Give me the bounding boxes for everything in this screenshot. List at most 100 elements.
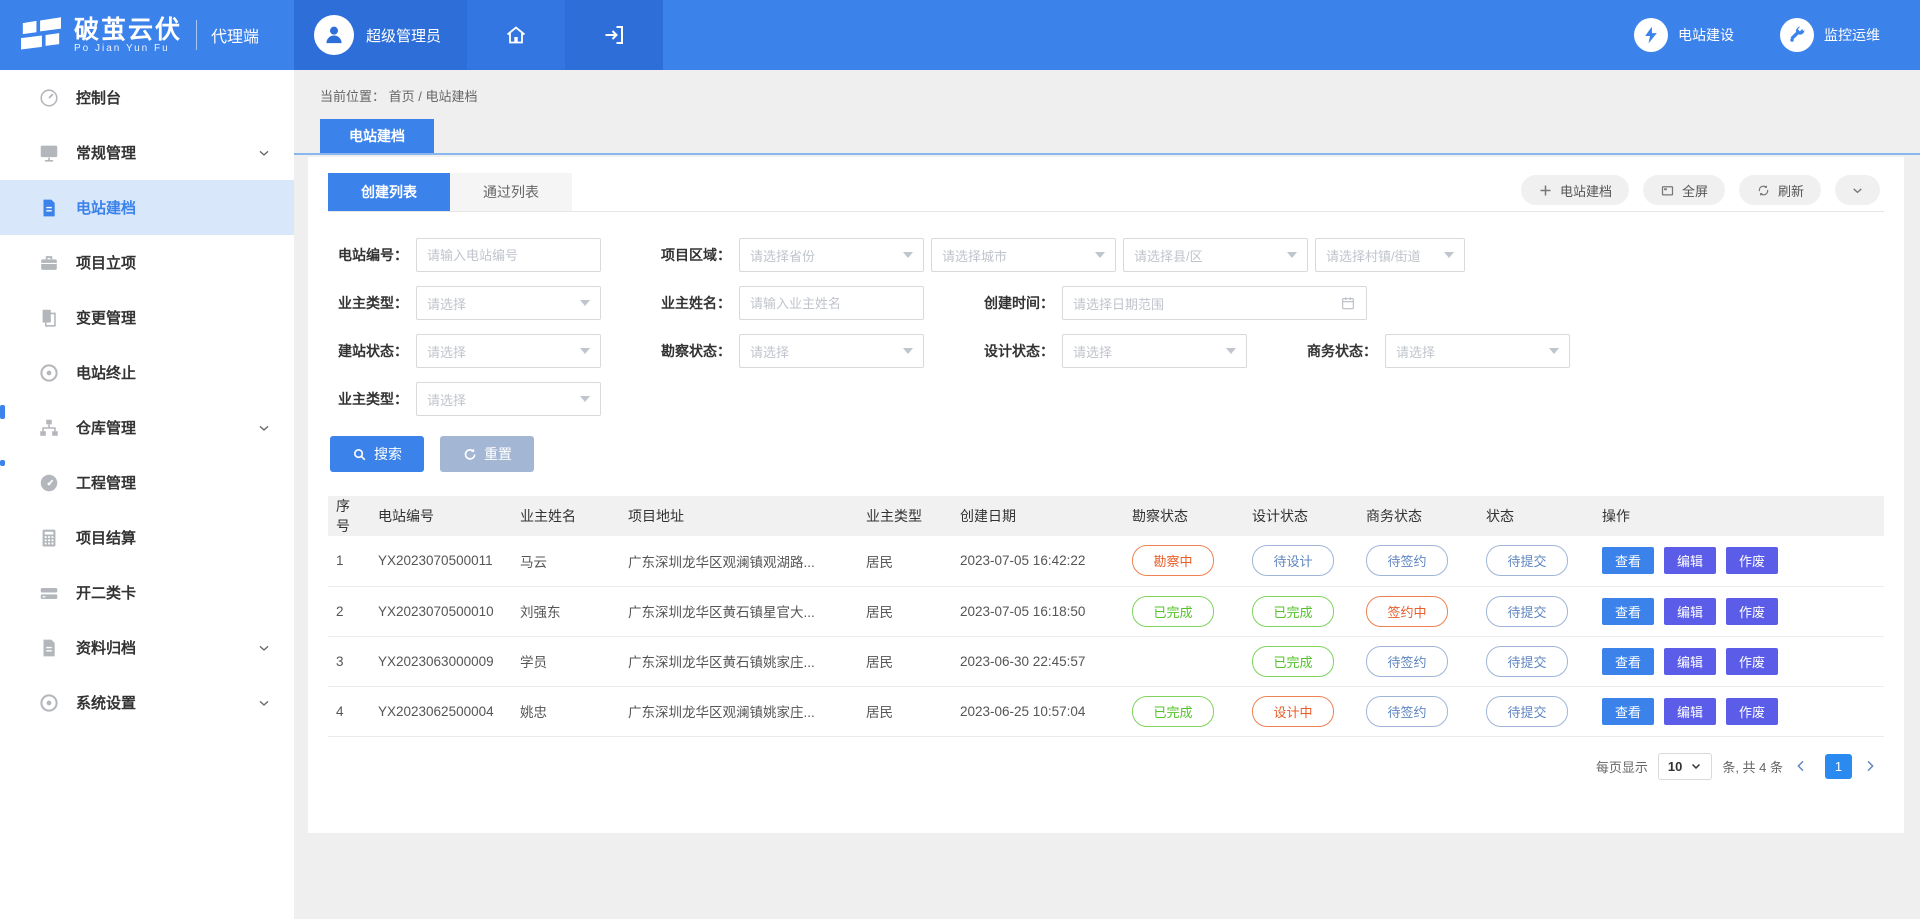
gauge-icon bbox=[38, 87, 60, 109]
solar-logo-icon bbox=[18, 15, 64, 55]
table-row: 2YX2023070500010刘强东广东深圳龙华区黄石镇星官大...居民202… bbox=[328, 586, 1884, 636]
status-badge: 待提交 bbox=[1486, 545, 1568, 576]
column-header: 业主类型 bbox=[858, 496, 952, 536]
void-row-button[interactable]: 作废 bbox=[1726, 698, 1778, 725]
caret-down-icon bbox=[1287, 252, 1297, 258]
caret-down-icon bbox=[580, 396, 590, 402]
project-region-select-3[interactable]: 请选择县/区 bbox=[1123, 238, 1308, 272]
caret-down-icon bbox=[1095, 252, 1105, 258]
search-button[interactable]: 搜索 bbox=[330, 436, 424, 472]
status-badge: 勘察中 bbox=[1132, 545, 1214, 576]
stations-table: 序号电站编号业主姓名项目地址业主类型创建日期勘察状态设计状态商务状态状态操作 1… bbox=[328, 496, 1884, 737]
user-name: 超级管理员 bbox=[366, 25, 441, 46]
filter-form: 电站编号：项目区域：请选择省份请选择城市请选择县/区请选择村镇/街道业主类型：请… bbox=[328, 238, 1884, 416]
chevron-down-icon bbox=[1690, 760, 1702, 772]
cell-index: 2 bbox=[328, 586, 370, 636]
fullscreen-button[interactable]: 全屏 bbox=[1643, 175, 1725, 205]
sidebar-item-项目立项[interactable]: 项目立项 bbox=[0, 235, 294, 290]
cell-address: 广东深圳龙华区观澜镇观湖路... bbox=[620, 536, 858, 586]
void-row-button[interactable]: 作废 bbox=[1726, 648, 1778, 675]
cell-created: 2023-07-05 16:42:22 bbox=[952, 536, 1124, 586]
reset-button[interactable]: 重置 bbox=[440, 436, 534, 472]
sidebar-item-项目结算[interactable]: 项目结算 bbox=[0, 510, 294, 565]
edit-row-button[interactable]: 编辑 bbox=[1664, 598, 1716, 625]
view-row-button[interactable]: 查看 bbox=[1602, 648, 1654, 675]
column-header: 项目地址 bbox=[620, 496, 858, 536]
next-page-button[interactable] bbox=[1862, 755, 1884, 777]
cell-business-status: 待签约 bbox=[1358, 686, 1478, 736]
project-region-select-2[interactable]: 请选择城市 bbox=[931, 238, 1116, 272]
sidebar-scrollbar-thumb[interactable] bbox=[0, 405, 5, 419]
chevron-down-icon bbox=[256, 145, 272, 161]
cell-business-status: 待签约 bbox=[1358, 536, 1478, 586]
pagination: 每页显示 10 条, 共 4 条 1 bbox=[328, 753, 1884, 780]
chevron-left-icon bbox=[1793, 758, 1809, 774]
chevron-down-icon bbox=[256, 420, 272, 436]
table-row: 3YX2023063000009学员广东深圳龙华区黄石镇姚家庄...居民2023… bbox=[328, 636, 1884, 686]
sidebar-item-label: 系统设置 bbox=[76, 692, 256, 713]
page-tab-station-archive[interactable]: 电站建档 bbox=[320, 119, 434, 153]
business-status-select[interactable]: 请选择 bbox=[1385, 334, 1570, 368]
project-region-select-1[interactable]: 请选择省份 bbox=[739, 238, 924, 272]
edit-row-button[interactable]: 编辑 bbox=[1664, 547, 1716, 574]
sidebar-scrollbar-thumb[interactable] bbox=[0, 460, 5, 466]
sidebar-item-电站建档[interactable]: 电站建档 bbox=[0, 180, 294, 235]
sidebar-item-工程管理[interactable]: 工程管理 bbox=[0, 455, 294, 510]
nav-monitor-ops[interactable]: 监控运维 bbox=[1780, 18, 1880, 52]
prev-page-button[interactable] bbox=[1793, 755, 1815, 777]
status-badge: 待签约 bbox=[1366, 545, 1448, 576]
monitor-icon bbox=[38, 142, 60, 164]
owner-type-select[interactable]: 请选择 bbox=[416, 286, 601, 320]
owner-name-input[interactable] bbox=[739, 286, 924, 320]
sidebar-item-资料归档[interactable]: 资料归档 bbox=[0, 620, 294, 675]
column-header: 状态 bbox=[1478, 496, 1594, 536]
owner-type-2-select[interactable]: 请选择 bbox=[416, 382, 601, 416]
current-page-button[interactable]: 1 bbox=[1825, 754, 1852, 779]
home-button[interactable] bbox=[467, 0, 565, 70]
user-menu[interactable]: 超级管理员 bbox=[294, 0, 467, 70]
void-row-button[interactable]: 作废 bbox=[1726, 547, 1778, 574]
filter-row: 建站状态：请选择勘察状态：请选择设计状态：请选择商务状态：请选择 bbox=[328, 334, 1884, 368]
archive-icon bbox=[38, 637, 60, 659]
page-size-select[interactable]: 10 bbox=[1658, 753, 1712, 780]
sidebar-item-系统设置[interactable]: 系统设置 bbox=[0, 675, 294, 730]
sidebar-item-label: 常规管理 bbox=[76, 142, 256, 163]
create-station-button[interactable]: 电站建档 bbox=[1521, 175, 1629, 205]
cell-index: 3 bbox=[328, 636, 370, 686]
view-row-button[interactable]: 查看 bbox=[1602, 698, 1654, 725]
sidebar-item-控制台[interactable]: 控制台 bbox=[0, 70, 294, 125]
collapse-filters-button[interactable] bbox=[1835, 175, 1880, 205]
station-code-input[interactable] bbox=[416, 238, 601, 272]
sidebar-item-仓库管理[interactable]: 仓库管理 bbox=[0, 400, 294, 455]
status-badge: 已完成 bbox=[1132, 596, 1214, 627]
design-status-select[interactable]: 请选择 bbox=[1062, 334, 1247, 368]
tab-create-list[interactable]: 创建列表 bbox=[328, 173, 450, 211]
create-time-daterange[interactable]: 请选择日期范围 bbox=[1062, 286, 1367, 320]
project-region-select-4[interactable]: 请选择村镇/街道 bbox=[1315, 238, 1465, 272]
project-region-selects: 请选择省份请选择城市请选择县/区请选择村镇/街道 bbox=[739, 238, 1465, 272]
cell-design-status: 已完成 bbox=[1244, 636, 1358, 686]
cell-survey-status: 已完成 bbox=[1124, 686, 1244, 736]
survey-status-select[interactable]: 请选择 bbox=[739, 334, 924, 368]
cell-station-code: YX2023070500011 bbox=[370, 536, 512, 586]
content-card: 创建列表 通过列表 电站建档 全屏 刷新 bbox=[308, 157, 1904, 833]
filter-label: 项目区域： bbox=[651, 245, 731, 265]
void-row-button[interactable]: 作废 bbox=[1726, 598, 1778, 625]
tab-passed-list[interactable]: 通过列表 bbox=[450, 173, 572, 211]
sidebar-item-变更管理[interactable]: 变更管理 bbox=[0, 290, 294, 345]
view-row-button[interactable]: 查看 bbox=[1602, 547, 1654, 574]
sidebar-item-常规管理[interactable]: 常规管理 bbox=[0, 125, 294, 180]
sidebar-item-开二类卡[interactable]: 开二类卡 bbox=[0, 565, 294, 620]
build-status-select[interactable]: 请选择 bbox=[416, 334, 601, 368]
cell-created: 2023-06-25 10:57:04 bbox=[952, 686, 1124, 736]
cell-status: 待提交 bbox=[1478, 536, 1594, 586]
view-row-button[interactable]: 查看 bbox=[1602, 598, 1654, 625]
edit-row-button[interactable]: 编辑 bbox=[1664, 648, 1716, 675]
sidebar-item-电站终止[interactable]: 电站终止 bbox=[0, 345, 294, 400]
nav-station-build[interactable]: 电站建设 bbox=[1634, 18, 1734, 52]
filter-row: 业主类型：请选择业主姓名：创建时间：请选择日期范围 bbox=[328, 286, 1884, 320]
logout-button[interactable] bbox=[565, 0, 663, 70]
refresh-button[interactable]: 刷新 bbox=[1739, 175, 1821, 205]
edit-row-button[interactable]: 编辑 bbox=[1664, 698, 1716, 725]
cell-survey-status: 勘察中 bbox=[1124, 536, 1244, 586]
